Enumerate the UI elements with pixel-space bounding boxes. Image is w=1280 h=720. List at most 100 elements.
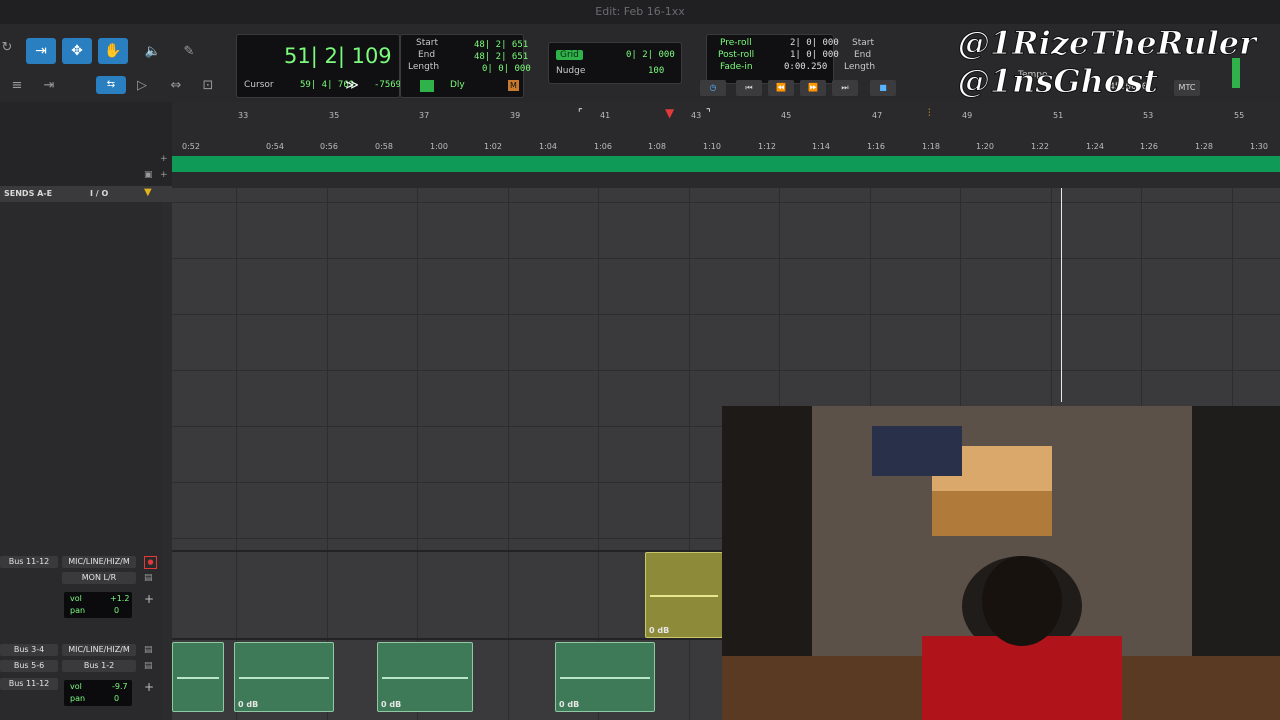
ruler-options-icon[interactable]: ▣ <box>144 170 153 180</box>
speaker-icon[interactable]: 🔈 <box>140 42 166 62</box>
fast-forward-icon: ⏩ <box>808 83 818 92</box>
audio-clip[interactable] <box>172 642 224 712</box>
clip-waveform <box>650 595 718 597</box>
mirror-icon[interactable]: ⇔ <box>164 76 188 96</box>
nudge-value[interactable]: 100 <box>648 66 664 76</box>
loop-icon: ◷ <box>709 83 717 92</box>
clip-waveform <box>382 677 468 679</box>
transport-start-label: Start <box>852 38 874 48</box>
track-divider <box>172 202 1280 203</box>
pan-label: pan <box>70 694 86 703</box>
trim-icon: ⇥ <box>35 43 47 59</box>
selection-start-flag-icon[interactable]: ⌜ <box>578 108 583 119</box>
playhead-marker-icon[interactable]: ▼ <box>665 106 674 120</box>
window-title-bar: Edit: Feb 16-1xx <box>0 0 1280 24</box>
time-label: 1:00 <box>430 142 448 151</box>
vol-value[interactable]: +1.2 <box>110 594 129 603</box>
selector-tool-button[interactable]: ✥ <box>62 38 92 64</box>
io-header-label[interactable]: I / O <box>90 189 108 198</box>
return-to-zero-button[interactable]: ⏮ <box>736 80 762 96</box>
link-icon[interactable]: ⇥ <box>36 76 62 96</box>
selector-icon: ✥ <box>71 43 83 59</box>
audio-clip[interactable]: 0 dB <box>234 642 334 712</box>
fadein-label[interactable]: Fade-in <box>720 62 753 72</box>
time-label: 0:54 <box>266 142 284 151</box>
zoom-tool-icon[interactable]: ↻ <box>0 38 14 58</box>
track-output-select[interactable]: Bus 1-2 <box>62 660 136 672</box>
bar-number: 51 <box>1053 111 1064 120</box>
audio-clip[interactable]: 0 dB <box>377 642 473 712</box>
keyboard-focus-button[interactable]: ⇆ <box>96 76 126 94</box>
list-icon[interactable]: ▤ <box>144 661 153 671</box>
track-input-bus[interactable]: Bus 3-4 <box>0 644 58 656</box>
loop-button[interactable]: ◷ <box>700 80 726 96</box>
pan-value[interactable]: 0 <box>114 606 119 615</box>
ruler-left-panel: + ▣ + <box>0 102 172 188</box>
list-icon[interactable]: ▤ <box>144 573 153 583</box>
grid-nudge-counter[interactable] <box>548 42 682 84</box>
bar-number: 35 <box>329 111 340 120</box>
go-to-end-button[interactable]: ⏭ <box>832 80 858 96</box>
list-icon[interactable]: ▤ <box>144 645 153 655</box>
window-title: Edit: Feb 16-1xx <box>595 5 685 18</box>
audio-clip[interactable]: 0 dB <box>645 552 723 638</box>
grid-label[interactable]: Grid <box>556 50 583 60</box>
grabber-tool-button[interactable]: ✋ <box>98 38 128 64</box>
track-input-select[interactable]: MIC/LINE/HIZ/M <box>62 556 136 568</box>
time-label: 1:28 <box>1195 142 1213 151</box>
nudge-label: Nudge <box>556 66 586 76</box>
add-icon[interactable]: + <box>144 592 154 606</box>
pan-label: pan <box>70 606 86 615</box>
track-send-bus[interactable]: Bus 5-6 <box>0 660 58 672</box>
time-label: 1:04 <box>539 142 557 151</box>
bar-number: 41 <box>600 111 611 120</box>
tempo-marker-icon[interactable]: ⫶ <box>928 108 931 119</box>
bar-number: 55 <box>1234 111 1245 120</box>
time-label: 1:26 <box>1140 142 1158 151</box>
time-label: 0:56 <box>320 142 338 151</box>
audio-clip[interactable]: 0 dB <box>555 642 655 712</box>
trim-tool-button[interactable]: ⇥ <box>26 38 56 64</box>
time-label: 1:16 <box>867 142 885 151</box>
tab-to-transient-icon[interactable]: ▷ <box>130 76 154 96</box>
grid-value[interactable]: 0| 2| 000 <box>626 50 675 60</box>
stop-button[interactable]: ■ <box>870 80 896 96</box>
vol-value[interactable]: -9.7 <box>112 682 128 691</box>
waveform-icon: ≫ <box>345 78 359 93</box>
track-input-select[interactable]: MIC/LINE/HIZ/M <box>62 644 136 656</box>
clip-waveform <box>560 677 650 679</box>
track-output-select[interactable]: MON L/R <box>62 572 136 584</box>
time-label: 1:18 <box>922 142 940 151</box>
track-input-bus[interactable]: Bus 11-12 <box>0 556 58 568</box>
fast-forward-button[interactable]: ⏩ <box>800 80 826 96</box>
record-icon[interactable]: ● <box>144 556 157 569</box>
track-row: Bus 3-4 MIC/LINE/HIZ/M ▤ Bus 5-6 Bus 1-2… <box>0 640 162 720</box>
pan-value[interactable]: 0 <box>114 694 119 703</box>
edit-mode-icon[interactable]: ≡ <box>4 76 30 96</box>
time-label: 1:14 <box>812 142 830 151</box>
webcam-overlay <box>722 406 1280 720</box>
postroll-label[interactable]: Post-roll <box>718 50 754 60</box>
dly-label[interactable]: Dly <box>450 80 465 90</box>
rewind-button[interactable]: ⏪ <box>768 80 794 96</box>
preroll-label[interactable]: Pre-roll <box>720 38 752 48</box>
timeline-ruler[interactable]: 33 35 37 39 41 43 45 47 49 51 53 55 ⌜ ⌝ … <box>172 102 1280 188</box>
main-counter-value: 51| 2| 109 <box>284 44 392 68</box>
fadein-value: 0:00.250 <box>784 62 828 72</box>
marker-lane[interactable] <box>172 156 1280 172</box>
add-marker-icon[interactable]: + <box>160 170 168 180</box>
sends-header-label[interactable]: SENDS A-E <box>4 189 52 198</box>
insert-icon[interactable]: ⊡ <box>196 76 220 96</box>
add-icon[interactable]: + <box>144 680 154 694</box>
m-button[interactable]: M <box>508 80 519 91</box>
bar-number: 43 <box>691 111 702 120</box>
add-ruler-icon[interactable]: + <box>160 154 168 164</box>
dly-toggle-icon[interactable] <box>420 80 434 92</box>
track-row: Bus 11-12 MIC/LINE/HIZ/M ● MON L/R ▤ vol… <box>0 552 162 638</box>
selection-end-flag-icon[interactable]: ⌝ <box>706 108 711 119</box>
skip-forward-icon: ⏭ <box>841 83 849 92</box>
track-send-bus[interactable]: Bus 11-12 <box>0 678 58 690</box>
time-label: 1:30 <box>1250 142 1268 151</box>
pencil-icon[interactable]: ✎ <box>176 42 202 62</box>
cursor-label: Cursor <box>244 80 274 90</box>
